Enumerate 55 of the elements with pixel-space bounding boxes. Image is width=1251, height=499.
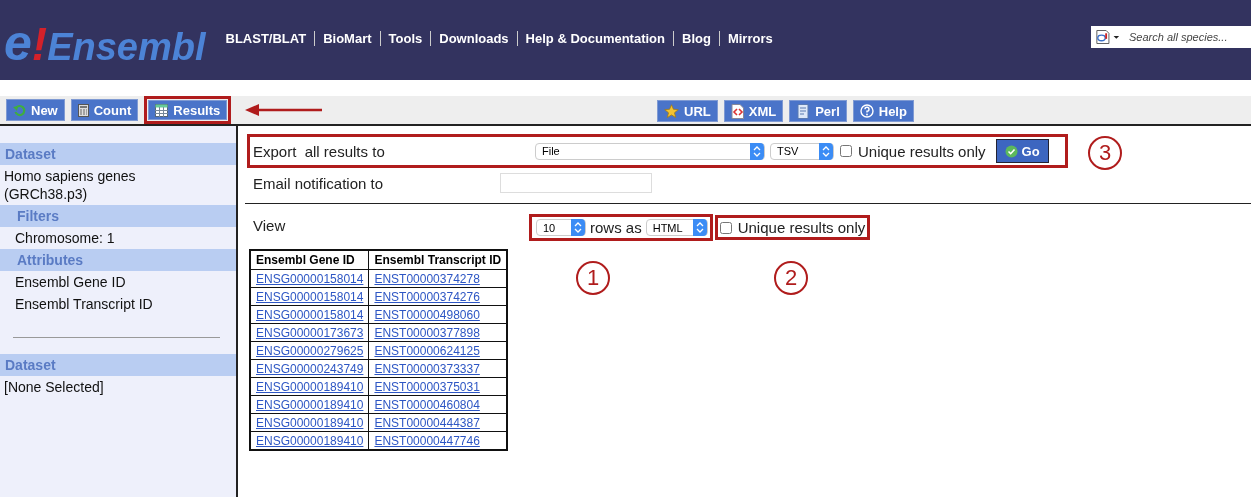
rows-select[interactable]: 10 bbox=[536, 219, 586, 236]
checkbox-label: Unique results only bbox=[737, 219, 866, 236]
checkbox[interactable] bbox=[719, 221, 732, 234]
nav-link[interactable]: Blog bbox=[673, 31, 719, 46]
field-label: View bbox=[253, 217, 287, 234]
stepper-icon bbox=[574, 222, 582, 233]
toolbar-button[interactable]: Results bbox=[144, 96, 232, 124]
view-format-select[interactable]: HTML bbox=[645, 219, 708, 236]
star-icon bbox=[664, 103, 679, 119]
field-label: Export all results to bbox=[253, 142, 386, 160]
species-menu-icon bbox=[1095, 29, 1121, 45]
email-field[interactable] bbox=[500, 173, 653, 193]
section-header: Dataset bbox=[0, 354, 236, 376]
search-field[interactable]: Search all species... bbox=[1091, 26, 1251, 48]
refresh-icon bbox=[13, 103, 26, 117]
section-header: Filters bbox=[0, 205, 236, 227]
checkbox-label: Unique results only bbox=[858, 142, 986, 160]
summary-text: Homo sapiens genes (GRCh38.p3) bbox=[3, 167, 137, 204]
checkbox[interactable] bbox=[840, 145, 852, 157]
calculator-icon bbox=[77, 103, 89, 117]
callout-number: 2 bbox=[774, 261, 808, 295]
column-header: Ensembl Gene ID bbox=[250, 250, 369, 270]
script-icon bbox=[796, 103, 811, 119]
section-header: Attributes bbox=[0, 249, 236, 271]
nav-link[interactable]: Mirrors bbox=[718, 31, 781, 46]
toolbar-button[interactable]: Perl bbox=[789, 100, 847, 122]
nav-link[interactable]: BLAST/BLAT bbox=[217, 31, 315, 46]
table-icon bbox=[155, 103, 169, 117]
toolbar-button[interactable]: New bbox=[6, 99, 65, 121]
toolbar-button[interactable]: Help bbox=[852, 100, 914, 122]
toolbar-button[interactable]: XML bbox=[723, 100, 784, 122]
help-icon bbox=[859, 104, 874, 118]
destination-select[interactable]: File bbox=[535, 142, 765, 160]
format-select[interactable]: TSV bbox=[770, 142, 834, 160]
nav-link[interactable]: Help & Documentation bbox=[516, 31, 673, 46]
summary-text: [None Selected] bbox=[3, 378, 105, 397]
stepper-icon bbox=[753, 145, 761, 157]
stepper-icon bbox=[695, 222, 704, 233]
callout-number: 1 bbox=[576, 261, 610, 295]
summary-item: Ensembl Gene ID bbox=[14, 273, 127, 292]
summary-item: Chromosome: 1 bbox=[14, 229, 116, 248]
field-label: Email notification to bbox=[253, 174, 384, 192]
nav-link[interactable]: BioMart bbox=[314, 31, 380, 46]
toolbar-button[interactable]: Count bbox=[70, 99, 139, 121]
stepper-icon bbox=[822, 145, 830, 157]
field-label: rows as bbox=[590, 219, 642, 236]
document-icon bbox=[730, 103, 744, 119]
section-header: Dataset bbox=[0, 143, 236, 165]
nav-link[interactable]: Tools bbox=[379, 31, 431, 46]
go-button[interactable]: Go bbox=[995, 139, 1049, 163]
toolbar-button[interactable]: URL bbox=[657, 100, 718, 122]
nav-link[interactable]: Downloads bbox=[430, 31, 517, 46]
summary-item: Ensembl Transcript ID bbox=[14, 295, 154, 314]
check-icon bbox=[1004, 144, 1018, 158]
callout-number: 3 bbox=[1088, 136, 1122, 170]
